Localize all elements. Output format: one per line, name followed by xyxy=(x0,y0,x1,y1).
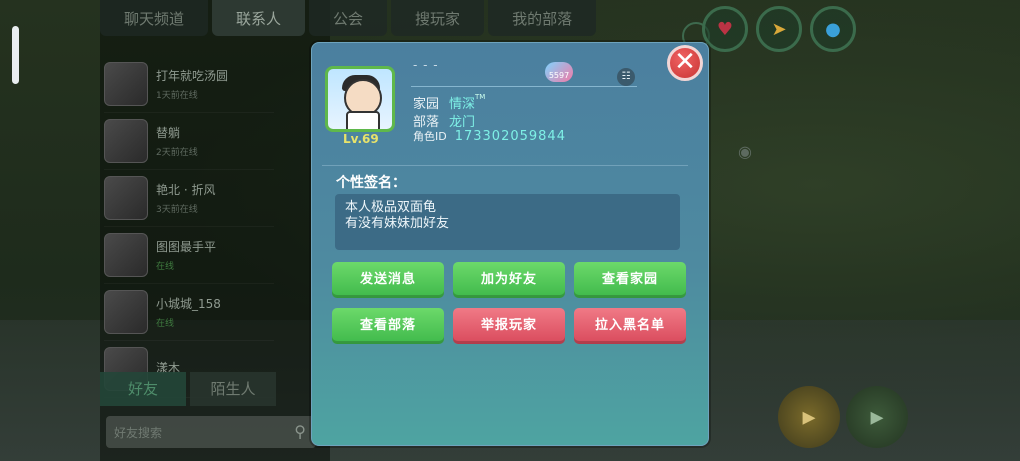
health-icon: ♥ xyxy=(702,6,748,52)
copy-icon[interactable]: ☷ xyxy=(617,68,635,86)
contact-item[interactable]: 替躺 2天前在线 xyxy=(104,113,274,170)
status-hud: ♥ ➤ ● xyxy=(702,6,856,52)
name-underline xyxy=(411,86,637,87)
divider xyxy=(322,165,688,166)
avatar xyxy=(104,119,148,163)
home-mark: TM xyxy=(475,93,486,101)
tab-my-tribe[interactable]: 我的部落 xyxy=(488,0,597,36)
signature-line: 有没有妹妹加好友 xyxy=(345,216,450,231)
avatar xyxy=(104,233,148,277)
role-id-row: 角色ID 173302059844 xyxy=(413,128,566,144)
contact-status: 2天前在线 xyxy=(156,148,198,158)
avatar xyxy=(104,62,148,106)
tab-friends[interactable]: 好友 xyxy=(100,372,186,406)
view-tribe-button[interactable]: 查看部落 xyxy=(332,308,444,344)
contact-status: 3天前在线 xyxy=(156,205,198,215)
player-name: - - - xyxy=(413,58,439,72)
heart-icon: 5597 xyxy=(545,62,573,82)
megaphone-icon[interactable]: ▸ xyxy=(778,386,840,448)
contact-item[interactable]: 小城城_158 在线 xyxy=(104,284,274,341)
contact-item[interactable]: 艳北 · 折风 3天前在线 xyxy=(104,170,274,227)
add-blacklist-button[interactable]: 拉入黑名单 xyxy=(574,308,686,344)
report-player-button[interactable]: 举报玩家 xyxy=(453,308,565,344)
signature-title: 个性签名： xyxy=(336,175,406,191)
player-avatar xyxy=(325,66,395,132)
voice-icon[interactable]: ▸ xyxy=(846,386,908,448)
contact-status: 1天前在线 xyxy=(156,91,198,101)
role-id-label: 角色ID xyxy=(413,130,447,143)
avatar-body xyxy=(346,111,380,129)
heart-count: 5597 xyxy=(548,71,570,80)
contact-name: 艳北 · 折风 xyxy=(156,183,216,197)
add-friend-button[interactable]: 加为好友 xyxy=(453,262,565,298)
contact-name: 图图最手平 xyxy=(156,240,217,254)
top-tab-bar: 聊天频道 联系人 公会 搜玩家 我的部落 xyxy=(100,0,660,40)
contact-name: 打年就吃汤圆 xyxy=(156,69,229,83)
signature-line: 本人极品双面龟 xyxy=(345,200,437,215)
contact-status: 在线 xyxy=(156,262,175,272)
tab-strangers[interactable]: 陌生人 xyxy=(190,372,276,406)
role-id-value: 173302059844 xyxy=(454,129,566,144)
view-home-button[interactable]: 查看家园 xyxy=(574,262,686,298)
contact-name: 替躺 xyxy=(156,126,181,140)
search-placeholder: 好友搜索 xyxy=(114,425,163,440)
home-label: 家园 xyxy=(413,97,440,112)
home-value[interactable]: 情深 xyxy=(449,97,475,112)
tab-search-player[interactable]: 搜玩家 xyxy=(391,0,485,36)
tab-guild[interactable]: 公会 xyxy=(309,0,388,36)
contact-item[interactable]: 打年就吃汤圆 1天前在线 xyxy=(104,56,274,113)
friend-tab-bar: 好友 陌生人 xyxy=(100,372,276,406)
signature-box: 本人极品双面龟 有没有妹妹加好友 xyxy=(335,194,680,250)
send-message-button[interactable]: 发送消息 xyxy=(332,262,444,298)
water-icon: ● xyxy=(810,6,856,52)
avatar xyxy=(104,290,148,334)
tab-chat-channel[interactable]: 聊天频道 xyxy=(100,0,209,36)
contact-item[interactable]: 图图最手平 在线 xyxy=(104,227,274,284)
contact-name: 小城城_158 xyxy=(156,297,221,311)
home-row: 家园 情深TM xyxy=(413,93,485,112)
player-level: Lv.69 xyxy=(343,132,379,146)
contact-list: 打年就吃汤圆 1天前在线 替躺 2天前在线 艳北 · 折风 3天前在线 图图最手平在线… xyxy=(104,56,274,398)
friend-search-input[interactable]: 好友搜索 ⚲ xyxy=(106,416,316,448)
side-drawer-handle[interactable] xyxy=(12,26,19,84)
close-icon[interactable]: ✕ xyxy=(667,45,703,81)
search-icon[interactable]: ⚲ xyxy=(294,422,306,441)
hunger-icon: ➤ xyxy=(756,6,802,52)
avatar xyxy=(104,176,148,220)
tab-contacts[interactable]: 联系人 xyxy=(212,0,306,36)
contact-status: 在线 xyxy=(156,319,175,329)
eye-icon[interactable]: ◉ xyxy=(738,142,752,161)
